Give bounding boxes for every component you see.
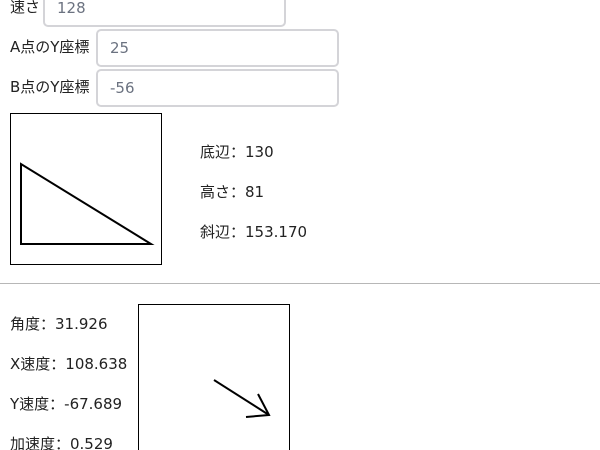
- right-triangle: [20, 162, 155, 245]
- speed-input-value: 128: [57, 0, 86, 17]
- a-y-row: A点のY座標 25: [10, 29, 340, 67]
- speed-label: 速さ: [10, 0, 41, 16]
- a-y-input[interactable]: 25: [96, 29, 339, 67]
- height-readout: 高さ：81: [200, 183, 265, 201]
- b-y-input-value: -56: [110, 79, 135, 97]
- vector-svg: [213, 379, 271, 418]
- y-velocity-readout: Y速度：-67.689: [10, 395, 123, 413]
- page: 速さ 128 A点のY座標 25 B点のY座標 -56 底辺：130 高さ：81…: [0, 0, 600, 450]
- acceleration-readout: 加速度：0.529: [10, 435, 113, 450]
- speed-row: 速さ 128: [10, 0, 290, 27]
- a-y-input-value: 25: [110, 39, 130, 57]
- base-readout: 底辺：130: [200, 143, 274, 161]
- vector-canvas: [138, 304, 290, 450]
- b-y-label: B点のY座標: [10, 78, 90, 96]
- b-y-input[interactable]: -56: [96, 69, 339, 107]
- angle-readout: 角度：31.926: [10, 315, 108, 333]
- hypotenuse-readout: 斜辺：153.170: [200, 223, 308, 241]
- speed-input[interactable]: 128: [43, 0, 286, 27]
- a-y-label: A点のY座標: [10, 38, 90, 56]
- triangle-canvas: [10, 113, 162, 265]
- triangle-svg: [20, 162, 155, 245]
- section-divider: [0, 283, 600, 284]
- b-y-row: B点のY座標 -56: [10, 69, 340, 107]
- x-velocity-readout: X速度：108.638: [10, 355, 128, 373]
